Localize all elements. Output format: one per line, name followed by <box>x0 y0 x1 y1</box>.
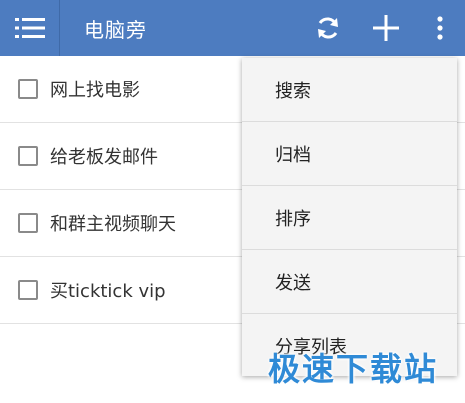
hamburger-menu-button[interactable] <box>0 0 60 56</box>
menu-item-send[interactable]: 发送 <box>242 250 457 314</box>
menu-item-search[interactable]: 搜索 <box>242 58 457 122</box>
sync-button[interactable] <box>299 0 357 56</box>
task-checkbox[interactable] <box>18 146 38 166</box>
plus-icon <box>373 15 399 41</box>
task-label: 和群主视频聊天 <box>50 214 176 235</box>
add-task-button[interactable] <box>357 0 415 56</box>
task-label: 网上找电影 <box>50 80 140 101</box>
task-checkbox[interactable] <box>18 79 38 99</box>
app-title: 电脑旁 <box>84 17 147 42</box>
menu-item-archive[interactable]: 归档 <box>242 122 457 186</box>
overflow-menu: 搜索 归档 排序 发送 分享列表 <box>242 58 457 376</box>
task-label: 给老板发邮件 <box>50 147 158 168</box>
watermark: 极速下载站 <box>268 350 439 388</box>
more-vertical-icon <box>437 16 443 40</box>
task-checkbox[interactable] <box>18 213 38 233</box>
task-label: 买ticktick vip <box>50 281 166 302</box>
task-checkbox[interactable] <box>18 280 38 300</box>
hamburger-icon <box>14 18 45 38</box>
menu-item-sort[interactable]: 排序 <box>242 186 457 250</box>
sync-icon <box>318 17 338 39</box>
more-options-button[interactable] <box>415 0 465 56</box>
app-bar: 电脑旁 <box>0 0 465 56</box>
